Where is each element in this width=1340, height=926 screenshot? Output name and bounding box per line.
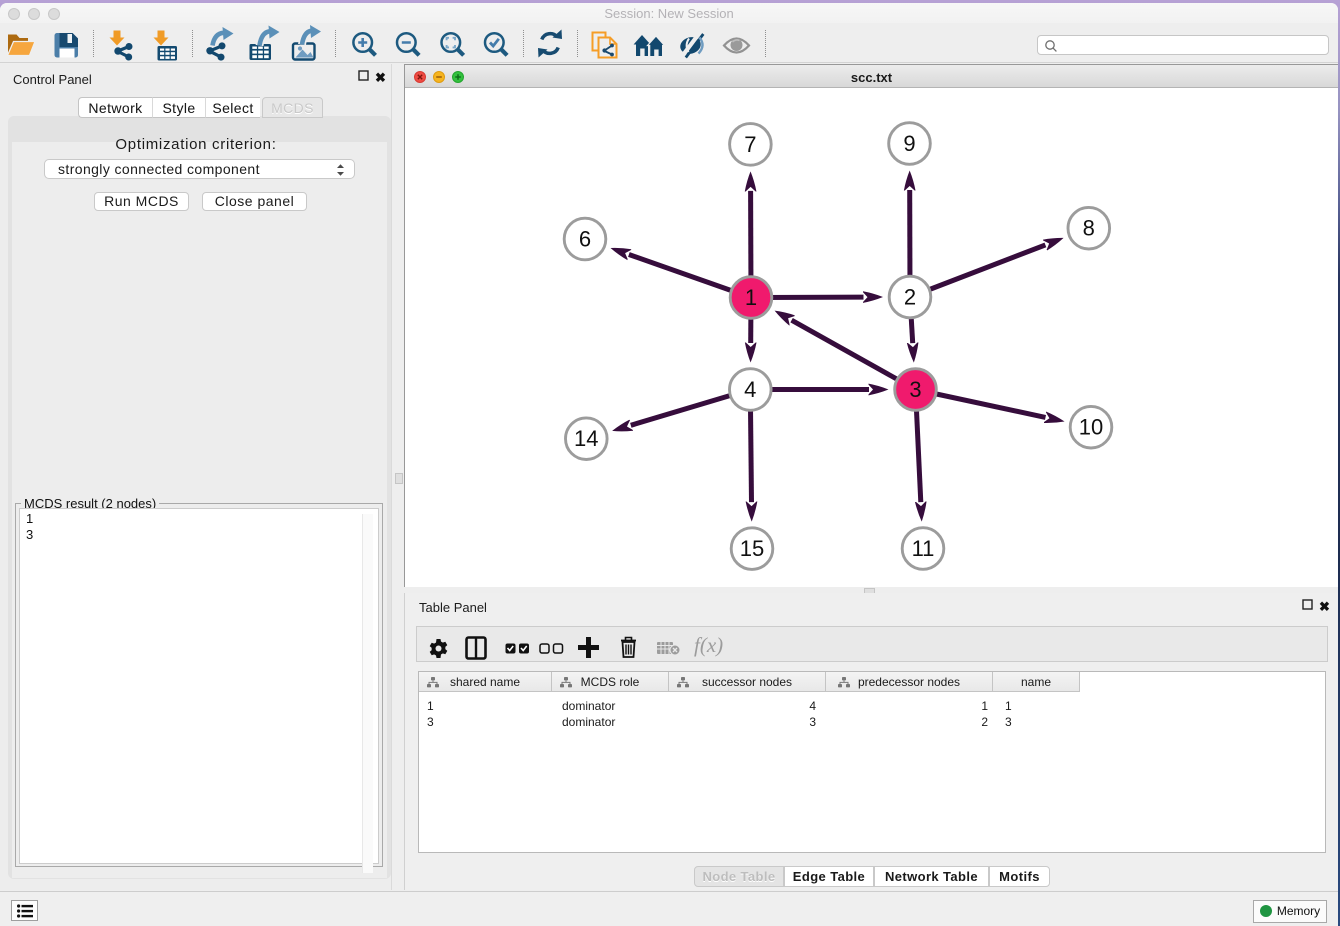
svg-text:3: 3 [909,377,921,402]
svg-text:15: 15 [740,536,764,561]
svg-text:11: 11 [912,536,935,561]
svg-text:6: 6 [579,227,591,252]
svg-text:7: 7 [744,132,756,157]
svg-text:14: 14 [574,426,598,451]
svg-text:4: 4 [744,377,756,402]
svg-text:10: 10 [1079,415,1103,440]
svg-text:9: 9 [903,131,915,156]
svg-text:2: 2 [904,285,916,310]
svg-text:8: 8 [1083,216,1095,241]
svg-text:1: 1 [745,285,757,310]
